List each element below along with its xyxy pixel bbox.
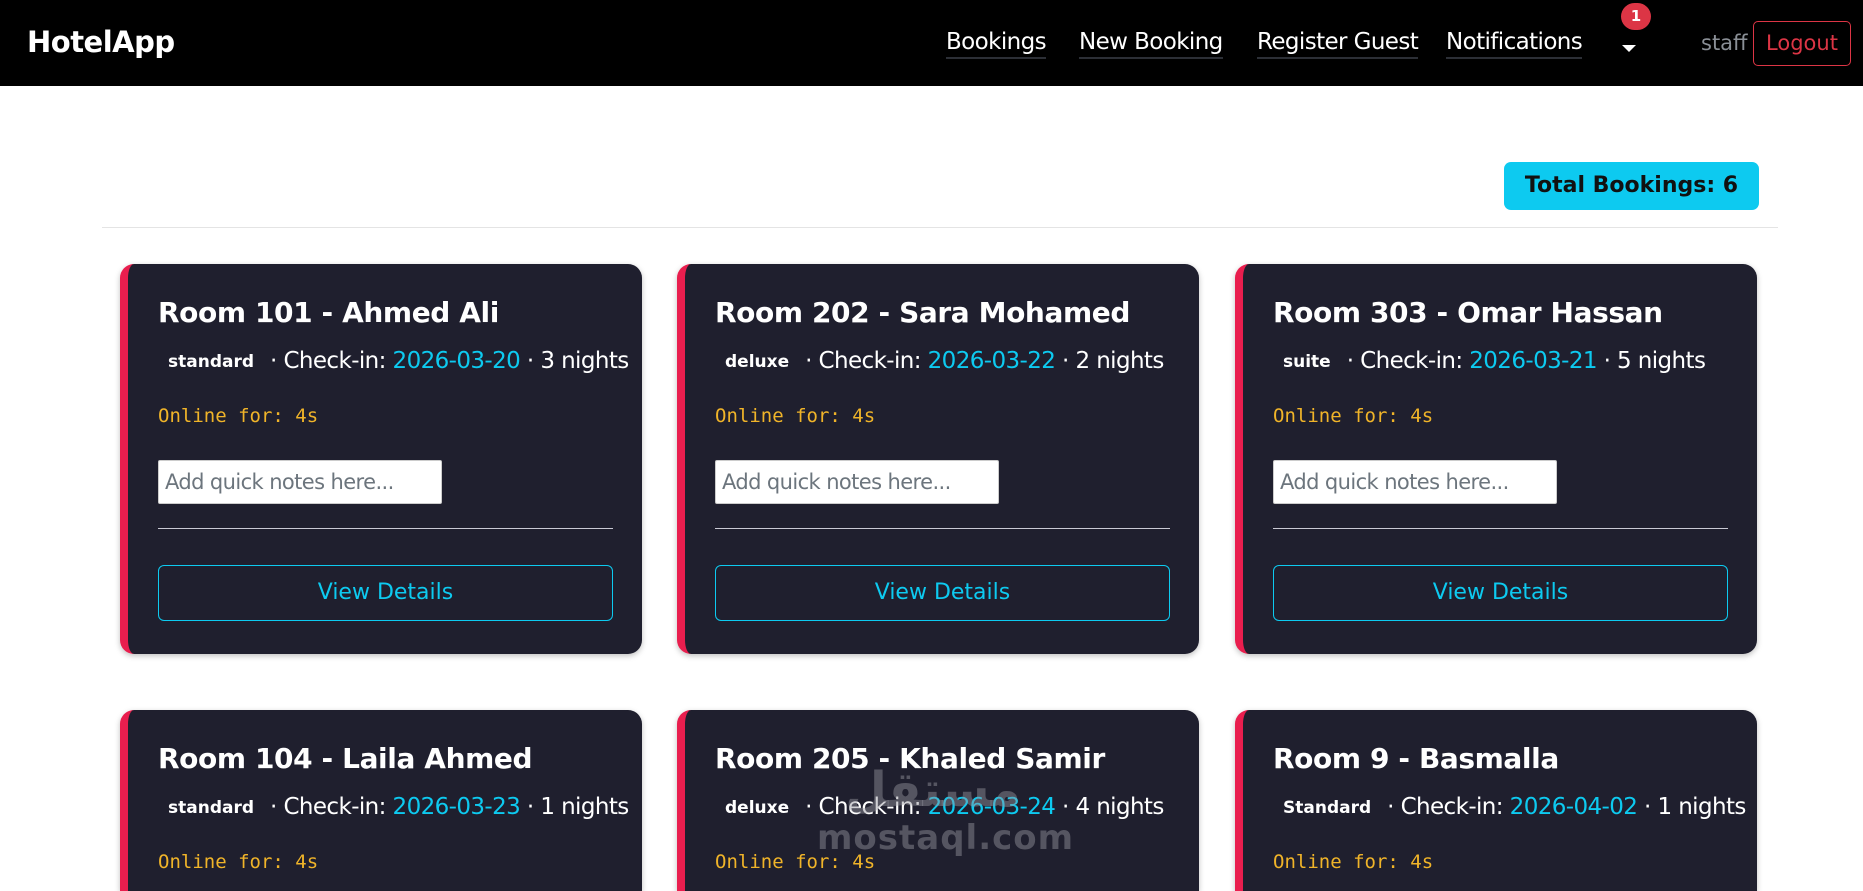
card-divider — [158, 528, 613, 529]
header-divider — [102, 227, 1778, 228]
online-timer: Online for: 4s — [715, 405, 876, 427]
quick-notes-input[interactable] — [1273, 460, 1557, 504]
brand-logo[interactable]: HotelApp — [27, 25, 175, 59]
booking-meta: deluxe · Check-in: 2026-03-22 · 2 nights — [715, 348, 1164, 374]
checkin-label: · Check-in: — [805, 794, 928, 820]
booking-title: Room 9 - Basmalla — [1273, 742, 1559, 775]
current-user-label: staff — [1701, 31, 1748, 55]
online-timer: Online for: 4s — [158, 851, 319, 873]
booking-card: Room 202 - Sara Mohamed deluxe · Check-in… — [677, 264, 1199, 654]
booking-meta: suite · Check-in: 2026-03-21 · 5 nights — [1273, 348, 1706, 374]
online-timer: Online for: 4s — [1273, 405, 1434, 427]
checkin-date: 2026-03-22 — [927, 348, 1056, 374]
card-divider — [715, 528, 1170, 529]
view-details-button[interactable]: View Details — [158, 565, 613, 621]
nights-count: · 5 nights — [1596, 348, 1706, 374]
nav-link-notifications[interactable]: Notifications — [1446, 29, 1583, 59]
booking-title: Room 205 - Khaled Samir — [715, 742, 1105, 775]
booking-title: Room 104 - Laila Ahmed — [158, 742, 533, 775]
nights-count: · 4 nights — [1055, 794, 1164, 820]
online-timer: Online for: 4s — [715, 851, 876, 873]
checkin-label: · Check-in: — [1346, 348, 1470, 374]
booking-title: Room 101 - Ahmed Ali — [158, 296, 499, 329]
checkin-date: 2026-03-23 — [392, 794, 521, 820]
nav-link-register-guest[interactable]: Register Guest — [1257, 29, 1419, 59]
booking-card: Room 205 - Khaled Samir deluxe · Check-in… — [677, 710, 1199, 891]
checkin-label: · Check-in: — [270, 348, 393, 374]
booking-meta: Standard · Check-in: 2026-04-02 · 1 night… — [1273, 794, 1746, 820]
card-divider — [1273, 528, 1728, 529]
online-timer: Online for: 4s — [158, 405, 319, 427]
booking-title: Room 202 - Sara Mohamed — [715, 296, 1130, 329]
booking-meta: standard · Check-in: 2026-03-23 · 1 night… — [158, 794, 629, 820]
quick-notes-input[interactable] — [715, 460, 999, 504]
room-type-badge: deluxe — [725, 352, 790, 372]
booking-meta: standard · Check-in: 2026-03-20 · 3 night… — [158, 348, 629, 374]
booking-meta: deluxe · Check-in: 2026-03-24 · 4 nights — [715, 794, 1164, 820]
nights-count: · 1 nights — [1637, 794, 1746, 820]
booking-card: Room 9 - Basmalla Standard · Check-in: 20… — [1235, 710, 1757, 891]
room-type-badge: deluxe — [725, 798, 790, 818]
nights-count: · 2 nights — [1055, 348, 1164, 374]
room-type-badge: standard — [168, 352, 255, 372]
booking-card: Room 104 - Laila Ahmed standard · Check-i… — [120, 710, 642, 891]
checkin-date: 2026-04-02 — [1509, 794, 1638, 820]
checkin-date: 2026-03-21 — [1469, 348, 1597, 374]
nav-link-new-booking[interactable]: New Booking — [1079, 29, 1223, 59]
quick-notes-input[interactable] — [158, 460, 442, 504]
view-details-button[interactable]: View Details — [1273, 565, 1728, 621]
booking-title: Room 303 - Omar Hassan — [1273, 296, 1663, 329]
online-timer: Online for: 4s — [1273, 851, 1434, 873]
total-bookings-badge: Total Bookings: 6 — [1504, 162, 1759, 210]
booking-card: Room 101 - Ahmed Ali standard · Check-in:… — [120, 264, 642, 654]
nav-link-bookings[interactable]: Bookings — [946, 29, 1047, 59]
room-type-badge: standard — [168, 798, 255, 818]
chevron-down-icon[interactable] — [1622, 45, 1636, 52]
nights-count: · 1 nights — [520, 794, 629, 820]
nights-count: · 3 nights — [520, 348, 629, 374]
checkin-label: · Check-in: — [270, 794, 393, 820]
notification-count-badge: 1 — [1621, 3, 1651, 30]
room-type-badge: suite — [1283, 352, 1331, 372]
checkin-date: 2026-03-24 — [927, 794, 1056, 820]
view-details-button[interactable]: View Details — [715, 565, 1170, 621]
checkin-date: 2026-03-20 — [392, 348, 521, 374]
room-type-badge: Standard — [1283, 798, 1372, 818]
checkin-label: · Check-in: — [1387, 794, 1510, 820]
checkin-label: · Check-in: — [805, 348, 928, 374]
booking-card: Room 303 - Omar Hassan suite · Check-in: … — [1235, 264, 1757, 654]
navbar: HotelApp Bookings New Booking Register G… — [0, 0, 1863, 86]
logout-button[interactable]: Logout — [1753, 21, 1851, 66]
